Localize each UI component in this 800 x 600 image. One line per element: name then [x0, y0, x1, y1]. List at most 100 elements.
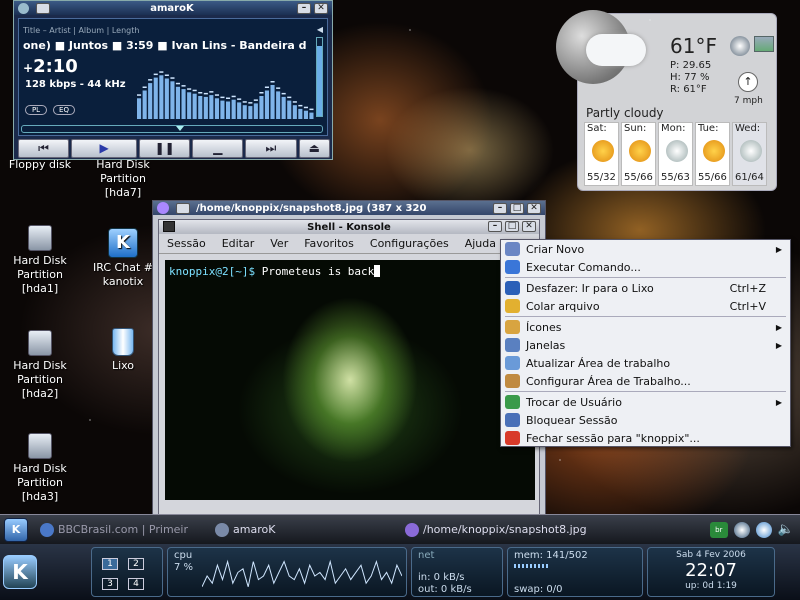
- desktop-icon-hda3[interactable]: Hard Disk Partition [hda3]: [5, 433, 75, 504]
- terminal-prompt: knoppix@2[~]$ Prometeus is back: [169, 265, 381, 278]
- network-tray-icon[interactable]: br: [709, 521, 728, 538]
- context-menu-item[interactable]: Configurar Área de Trabalho...: [501, 372, 790, 390]
- amarok-window[interactable]: amaroK – ✕ Title – Artist | Album | Leng…: [13, 0, 333, 160]
- context-menu-item[interactable]: Trocar de Usuário ▶: [501, 393, 790, 411]
- pager-desktop-3[interactable]: 3: [102, 578, 118, 590]
- volume-icon[interactable]: ◀: [317, 25, 323, 34]
- menu-item-icon: [505, 299, 520, 313]
- analyzer-peak: [231, 95, 236, 98]
- volume-level: [317, 45, 322, 116]
- maximize-button[interactable]: □: [505, 221, 519, 232]
- desktop-pager[interactable]: 1 2 3 4: [91, 547, 163, 597]
- desktop-icon-hda7[interactable]: Hard Disk Partition [hda7]: [88, 158, 158, 200]
- globe-icon: [730, 36, 750, 56]
- konsole-window[interactable]: Shell - Konsole – □ ✕ Sessão Editar Ver …: [158, 219, 540, 516]
- clock[interactable]: Sab 4 Fev 2006 22:07 up: 0d 1:19: [647, 547, 775, 597]
- pager-desktop-4[interactable]: 4: [128, 578, 144, 590]
- context-menu-item[interactable]: Criar Novo ▶: [501, 240, 790, 258]
- cpu-monitor[interactable]: cpu 7 %: [167, 547, 407, 597]
- submenu-arrow-icon: ▶: [775, 340, 782, 350]
- network-monitor[interactable]: net in: 0 kB/s out: 0 kB/s: [411, 547, 503, 597]
- analyzer-bar: [214, 98, 219, 119]
- next-button[interactable]: ⏭: [245, 139, 297, 158]
- icon-label: Hard Disk Partition [hda1]: [13, 254, 67, 295]
- kmenu-small-icon[interactable]: K: [4, 517, 28, 542]
- kmenu-button[interactable]: K: [3, 555, 37, 589]
- menu-editar[interactable]: Editar: [222, 237, 255, 250]
- analyzer-peak: [198, 92, 203, 94]
- equalizer-button[interactable]: EQ: [53, 105, 75, 115]
- bitrate-info: 128 kbps - 44 kHz: [25, 79, 126, 90]
- task-snapshot[interactable]: /home/knoppix/snapshot8.jpg: [397, 515, 627, 545]
- memory-monitor[interactable]: mem: 141/502 swap: 0/0: [507, 547, 643, 597]
- position-knob[interactable]: [175, 126, 184, 131]
- analyzer-peak: [242, 101, 247, 103]
- weather-widget[interactable]: 61°F P: 29.65 H: 77 % R: 61°F ↑ 7 mph Pa…: [556, 10, 777, 191]
- close-button[interactable]: ✕: [522, 221, 536, 232]
- context-menu-item[interactable]: Colar arquivo Ctrl+V: [501, 297, 790, 315]
- amarok-titlebar[interactable]: amaroK – ✕: [14, 1, 332, 15]
- sticky-button[interactable]: [176, 202, 190, 214]
- menu-favoritos[interactable]: Favoritos: [304, 237, 354, 250]
- playlist-button[interactable]: PL: [25, 105, 47, 115]
- konsole-titlebar[interactable]: Shell - Konsole – □ ✕: [159, 220, 539, 234]
- image-viewer-titlebar[interactable]: /home/knoppix/snapshot8.jpg (387 x 320 –…: [153, 201, 545, 215]
- menu-ajuda[interactable]: Ajuda: [465, 237, 496, 250]
- menu-item-shortcut: Ctrl+Z: [729, 281, 766, 295]
- volume-tray-icon[interactable]: 🔈: [778, 522, 794, 538]
- amarok-display: Title – Artist | Album | Length ◀ one) ■…: [18, 18, 328, 136]
- temp-range: 61/64: [735, 172, 764, 183]
- analyzer-peak: [281, 92, 286, 95]
- sun-icon: [702, 140, 725, 162]
- minimize-button[interactable]: –: [297, 2, 311, 14]
- previous-button[interactable]: ⏮: [18, 139, 70, 158]
- task-amarok[interactable]: amaroK: [207, 515, 397, 545]
- wind-speed: 7 mph: [734, 96, 763, 106]
- close-button[interactable]: ✕: [527, 202, 541, 214]
- context-menu-item[interactable]: Desfazer: Ir para o Lixo Ctrl+Z: [501, 279, 790, 297]
- position-slider[interactable]: [21, 125, 323, 133]
- context-menu-item[interactable]: Fechar sessão para "knoppix"...: [501, 429, 790, 447]
- context-menu-item[interactable]: Atualizar Área de trabalho: [501, 354, 790, 372]
- desktop-icon-hda1[interactable]: Hard Disk Partition [hda1]: [5, 225, 75, 296]
- eject-button[interactable]: ⏏: [298, 139, 330, 158]
- desktop-icon-floppy[interactable]: Floppy disk: [5, 158, 75, 172]
- menu-sessao[interactable]: Sessão: [167, 237, 206, 250]
- desktop-icon-irc[interactable]: K IRC Chat # kanotix: [88, 228, 158, 289]
- context-menu-item[interactable]: Bloquear Sessão: [501, 411, 790, 429]
- sticky-button[interactable]: [36, 2, 50, 14]
- context-menu-item[interactable]: Janelas ▶: [501, 336, 790, 354]
- menu-item-icon: [505, 281, 520, 295]
- menu-item-label: Colar arquivo: [526, 299, 600, 313]
- context-menu-item[interactable]: Ícones ▶: [501, 318, 790, 336]
- menu-configuracoes[interactable]: Configurações: [370, 237, 449, 250]
- terminal-area[interactable]: knoppix@2[~]$ Prometeus is back: [165, 260, 535, 500]
- close-button[interactable]: ✕: [314, 2, 328, 14]
- globe-tray-icon[interactable]: [733, 521, 750, 538]
- desktop-icon-hda2[interactable]: Hard Disk Partition [hda2]: [5, 330, 75, 401]
- menu-ver[interactable]: Ver: [270, 237, 288, 250]
- scrolling-title: one) ■ Juntos ■ 3:59 ■ Ivan Lins - Bande…: [23, 39, 307, 52]
- minimize-button[interactable]: –: [493, 202, 507, 214]
- task-bbcbrasil[interactable]: BBCBrasil.com | Primeir: [32, 515, 207, 545]
- pager-desktop-1[interactable]: 1: [102, 558, 118, 570]
- pause-button[interactable]: ❚❚: [139, 139, 191, 158]
- analyzer-bar: [292, 105, 297, 119]
- play-button[interactable]: ▶: [71, 139, 138, 158]
- cpu-graph: [202, 559, 402, 588]
- hard-disk-icon: [28, 433, 52, 459]
- amarok-controls: ⏮ ▶ ❚❚ ▁ ⏭ ⏏: [18, 139, 330, 158]
- kopete-tray-icon[interactable]: [755, 521, 772, 538]
- desktop-icon-lixo[interactable]: Lixo: [88, 328, 158, 373]
- analyzer-bar: [237, 102, 242, 119]
- volume-slider[interactable]: [316, 37, 323, 117]
- stop-button[interactable]: ▁: [192, 139, 244, 158]
- minimize-button[interactable]: –: [488, 221, 502, 232]
- analyzer-peak: [181, 85, 186, 87]
- maximize-button[interactable]: □: [510, 202, 524, 214]
- time-display[interactable]: +2:10: [23, 56, 78, 77]
- pager-desktop-2[interactable]: 2: [128, 558, 144, 570]
- swap-label: swap: 0/0: [514, 584, 563, 595]
- analyzer-bar: [231, 99, 236, 119]
- context-menu-item[interactable]: Executar Comando...: [501, 258, 790, 276]
